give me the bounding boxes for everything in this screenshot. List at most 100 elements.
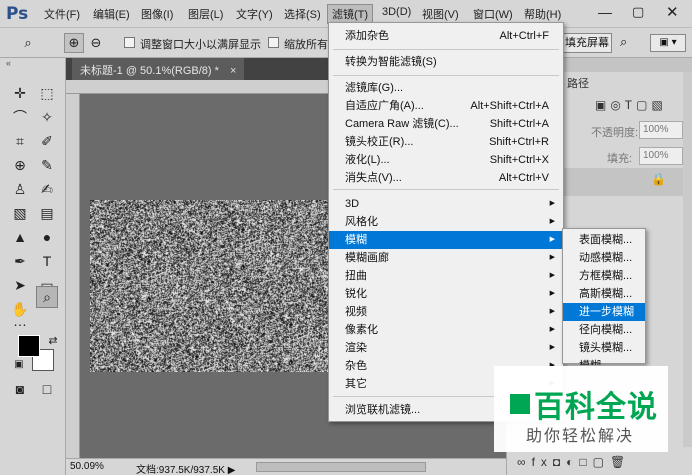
zoom-all-checkbox[interactable] bbox=[268, 37, 279, 48]
menu-item-pixelate[interactable]: 像素化 ▶ bbox=[329, 321, 563, 339]
menu-item-blur-gallery[interactable]: 模糊画廊 ▶ bbox=[329, 249, 563, 267]
layer-style-icon[interactable]: fx bbox=[532, 455, 553, 469]
workspace-switcher[interactable]: ▣ ▾ bbox=[650, 34, 686, 52]
menu-item-lens-correction[interactable]: 镜头校正(R)... Shift+Ctrl+R bbox=[329, 133, 563, 151]
menu-item-liquify[interactable]: 液化(L)... Shift+Ctrl+X bbox=[329, 151, 563, 169]
eyedropper-tool-icon[interactable]: ✐ bbox=[36, 130, 58, 152]
resize-windows-label: 调整窗口大小以满屏显示 bbox=[140, 39, 261, 51]
adjustment-layer-icon[interactable]: ◐ bbox=[566, 455, 579, 469]
zoom-tool-preset-icon[interactable]: ⌕ bbox=[18, 33, 38, 53]
submenu-item-lens-blur[interactable]: 镜头模糊... bbox=[563, 339, 645, 357]
menu-image[interactable]: 图像(I) bbox=[141, 6, 173, 22]
menu-item-adaptive-wide-angle[interactable]: 自适应广角(A)... Alt+Shift+Ctrl+A bbox=[329, 97, 563, 115]
zoom-all-label: 缩放所有 bbox=[284, 39, 328, 51]
document-tab[interactable]: 未标题-1 @ 50.1%(RGB/8) * × bbox=[72, 58, 245, 80]
menu-item-sharpen[interactable]: 锐化 ▶ bbox=[329, 285, 563, 303]
healing-brush-tool-icon[interactable]: ⊕ bbox=[9, 154, 31, 176]
clone-stamp-tool-icon[interactable]: ♙ bbox=[9, 178, 31, 200]
delete-layer-icon[interactable]: 🗑 bbox=[610, 455, 631, 469]
link-layers-icon[interactable]: ∞ bbox=[517, 455, 532, 469]
minimize-icon[interactable]: — bbox=[598, 4, 612, 20]
menu-filter[interactable]: 滤镜(T) bbox=[327, 4, 374, 24]
lasso-tool-icon[interactable]: ⌒ bbox=[9, 106, 31, 128]
tab-paths[interactable]: 路径 bbox=[563, 72, 593, 92]
menu-select[interactable]: 选择(S) bbox=[284, 6, 321, 22]
edit-toolbar-icon[interactable]: … bbox=[9, 310, 31, 332]
history-brush-tool-icon[interactable]: ✍ bbox=[36, 178, 58, 200]
layer-row[interactable] bbox=[563, 168, 691, 196]
swap-colors-icon[interactable]: ⇄ bbox=[42, 330, 64, 352]
add-mask-icon[interactable]: ◘ bbox=[553, 455, 566, 469]
menu-edit[interactable]: 编辑(E) bbox=[93, 6, 130, 22]
menu-layer[interactable]: 图层(L) bbox=[188, 6, 223, 22]
close-icon[interactable]: ✕ bbox=[666, 3, 679, 21]
submenu-item-surface-blur[interactable]: 表面模糊... bbox=[563, 231, 645, 249]
gradient-tool-icon[interactable]: ▤ bbox=[36, 202, 58, 224]
watermark: 百科全说 助你轻松解决 bbox=[494, 366, 668, 452]
path-select-tool-icon[interactable]: ➤ bbox=[9, 274, 31, 296]
submenu-item-blur-more[interactable]: 进一步模糊 bbox=[563, 303, 645, 321]
menu-item-filter-gallery[interactable]: 滤镜库(G)... bbox=[329, 79, 563, 97]
search-icon[interactable]: ⌕ bbox=[620, 34, 627, 50]
fill-input[interactable]: 100% bbox=[639, 147, 683, 165]
pen-tool-icon[interactable]: ✒ bbox=[9, 250, 31, 272]
blur-submenu: 表面模糊... 动感模糊... 方框模糊... 高斯模糊... 进一步模糊 径向… bbox=[562, 228, 646, 365]
submenu-arrow-icon: ▶ bbox=[549, 218, 555, 225]
screen-mode-icon[interactable]: □ bbox=[36, 378, 58, 400]
tool-panel: « ✛ ⬚ ⌒ ✧ ⌗ ✐ ⊕ ✎ ♙ ✍ ▧ ▤ ▲ ● ✒ T ➤ ▭ ✋ … bbox=[0, 58, 66, 475]
dodge-tool-icon[interactable]: ● bbox=[36, 226, 58, 248]
move-tool-icon[interactable]: ✛ bbox=[9, 82, 31, 104]
menu-item-stylize[interactable]: 风格化 ▶ bbox=[329, 213, 563, 231]
close-tab-icon[interactable]: × bbox=[230, 65, 236, 77]
menu-window[interactable]: 窗口(W) bbox=[473, 6, 513, 22]
zoom-in-icon[interactable]: ⊕ bbox=[64, 33, 84, 53]
maximize-icon[interactable]: ▢ bbox=[632, 4, 644, 20]
submenu-item-gaussian-blur[interactable]: 高斯模糊... bbox=[563, 285, 645, 303]
menu-item-convert-smart-filter[interactable]: 转换为智能滤镜(S) bbox=[329, 53, 563, 71]
panel-scrollbar[interactable] bbox=[683, 72, 692, 447]
status-bar: 50.09% 文档:937.5K/937.5K ▶ bbox=[66, 458, 506, 475]
zoom-level[interactable]: 50.09% bbox=[70, 461, 104, 472]
brush-tool-icon[interactable]: ✎ bbox=[36, 154, 58, 176]
opacity-label: 不透明度: bbox=[591, 127, 639, 139]
default-colors-icon[interactable]: ▣ bbox=[8, 354, 30, 376]
menu-item-video[interactable]: 视频 ▶ bbox=[329, 303, 563, 321]
menu-file[interactable]: 文件(F) bbox=[44, 6, 80, 22]
opacity-input[interactable]: 100% bbox=[639, 121, 683, 139]
menu-item-camera-raw[interactable]: Camera Raw 滤镜(C)... Shift+Ctrl+A bbox=[329, 115, 563, 133]
submenu-item-motion-blur[interactable]: 动感模糊... bbox=[563, 249, 645, 267]
submenu-item-box-blur[interactable]: 方框模糊... bbox=[563, 267, 645, 285]
quick-mask-icon[interactable]: ◙ bbox=[9, 378, 31, 400]
menu-item-3d[interactable]: 3D ▶ bbox=[329, 195, 563, 213]
marquee-tool-icon[interactable]: ⬚ bbox=[36, 82, 58, 104]
menu-item-blur[interactable]: 模糊 ▶ bbox=[329, 231, 563, 249]
crop-tool-icon[interactable]: ⌗ bbox=[9, 130, 31, 152]
menu-type[interactable]: 文字(Y) bbox=[236, 6, 273, 22]
blur-tool-icon[interactable]: ▲ bbox=[9, 226, 31, 248]
submenu-arrow-icon: ▶ bbox=[549, 272, 555, 279]
fill-screen-button[interactable]: 填充屏幕 bbox=[562, 33, 612, 53]
menu-item-add-noise[interactable]: 添加杂色 Alt+Ctrl+F bbox=[329, 27, 563, 45]
menu-view[interactable]: 视图(V) bbox=[422, 6, 459, 22]
resize-windows-checkbox[interactable] bbox=[124, 37, 135, 48]
zoom-tool-icon[interactable]: ⌕ bbox=[36, 286, 58, 308]
type-tool-icon[interactable]: T bbox=[36, 250, 58, 272]
menu-item-render[interactable]: 渲染 ▶ bbox=[329, 339, 563, 357]
horizontal-scrollbar[interactable] bbox=[256, 462, 426, 472]
menu-3d[interactable]: 3D(D) bbox=[382, 6, 411, 18]
watermark-logo-icon bbox=[510, 394, 530, 414]
quick-select-tool-icon[interactable]: ✧ bbox=[36, 106, 58, 128]
eraser-tool-icon[interactable]: ▧ bbox=[9, 202, 31, 224]
menu-item-vanishing-point[interactable]: 消失点(V)... Alt+Ctrl+V bbox=[329, 169, 563, 187]
collapse-panel-icon[interactable]: « bbox=[6, 58, 11, 68]
menu-help[interactable]: 帮助(H) bbox=[524, 6, 561, 22]
layer-filter-icons[interactable]: ▣◎T▢▧ bbox=[595, 98, 667, 112]
zoom-out-icon[interactable]: ⊖ bbox=[86, 33, 106, 53]
status-menu-arrow-icon[interactable]: ▶ bbox=[228, 465, 236, 475]
new-group-icon[interactable]: □ bbox=[579, 455, 592, 469]
submenu-item-radial-blur[interactable]: 径向模糊... bbox=[563, 321, 645, 339]
submenu-item-blur[interactable]: 模糊 bbox=[563, 357, 645, 365]
menu-item-distort[interactable]: 扭曲 ▶ bbox=[329, 267, 563, 285]
submenu-arrow-icon: ▶ bbox=[549, 308, 555, 315]
new-layer-icon[interactable]: ▢ bbox=[593, 455, 610, 469]
